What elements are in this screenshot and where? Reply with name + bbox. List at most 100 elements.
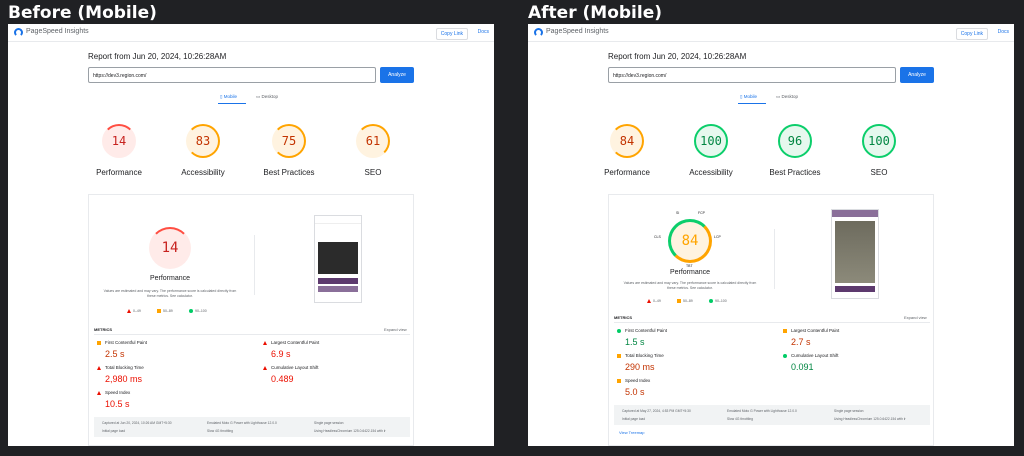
metric-value: 2,980 ms bbox=[105, 374, 143, 384]
docs-link[interactable]: Docs bbox=[998, 29, 1009, 35]
captured-at: Captured at May 27, 2024, 4:53 PM GMT+5:… bbox=[622, 409, 691, 413]
run-info: Captured at May 27, 2024, 4:53 PM GMT+5:… bbox=[614, 405, 930, 425]
metric-status-fail-icon bbox=[263, 341, 267, 345]
gauge-performance[interactable]: 14 bbox=[102, 124, 136, 158]
gauge-seo[interactable]: 61 bbox=[356, 124, 390, 158]
analyze-button[interactable]: Analyze bbox=[380, 67, 414, 83]
tab-mobile-label: Mobile bbox=[743, 94, 757, 99]
metric-label: First Contentful Paint bbox=[625, 328, 668, 333]
gauge-best-practices[interactable]: 75 bbox=[272, 124, 306, 158]
legend-fail: 0–49 bbox=[653, 299, 661, 303]
gauge-label: Performance bbox=[96, 168, 142, 177]
app-bar: PageSpeed Insights Copy Link Docs bbox=[8, 24, 494, 42]
app-title: PageSpeed Insights bbox=[26, 28, 89, 35]
gauge-performance[interactable]: 84 bbox=[610, 124, 644, 158]
gauge-best-practices[interactable]: 96 bbox=[778, 124, 812, 158]
page-screenshot bbox=[314, 215, 362, 303]
load-type: Initial page load bbox=[102, 429, 126, 433]
tab-mobile[interactable]: ▯ Mobile bbox=[740, 94, 757, 100]
emulated-device: Emulated Moto G Power with Lighthouse 12… bbox=[207, 421, 277, 425]
tab-desktop-label: Desktop bbox=[781, 94, 799, 99]
gauge-label: SEO bbox=[870, 168, 888, 177]
metric-label: Total Blocking Time bbox=[625, 353, 664, 358]
throttling: Slow 4G throttling bbox=[207, 429, 234, 433]
metric-status-average-icon bbox=[617, 354, 621, 358]
before-heading: Before (Mobile) bbox=[8, 3, 157, 23]
metric-value: 0.091 bbox=[791, 362, 814, 372]
after-heading: After (Mobile) bbox=[528, 3, 662, 23]
metrics-title: METRICS bbox=[614, 315, 632, 320]
performance-card: 84 SI FCP CLS LCP TBT Performance Values… bbox=[608, 194, 934, 446]
tab-desktop[interactable]: ▭ Desktop bbox=[776, 94, 798, 100]
tab-desktop-label: Desktop bbox=[261, 94, 279, 99]
metric-label: Speed Index bbox=[625, 378, 651, 383]
report-date: Report from Jun 20, 2024, 10:26:28AM bbox=[608, 52, 747, 61]
expand-view-link[interactable]: Expand view bbox=[904, 315, 927, 320]
legend-average-icon bbox=[677, 299, 681, 303]
expand-view-link[interactable]: Expand view bbox=[384, 327, 407, 332]
url-input[interactable]: https://dev3.region.com/ bbox=[608, 67, 896, 83]
metric-value: 10.5 s bbox=[105, 399, 130, 409]
app-title: PageSpeed Insights bbox=[546, 28, 609, 35]
tab-mobile-label: Mobile bbox=[223, 94, 237, 99]
analyze-button[interactable]: Analyze bbox=[900, 67, 934, 83]
segment-fcp: FCP bbox=[698, 211, 705, 215]
emulated-device: Emulated Moto G Power with Lighthouse 12… bbox=[727, 409, 797, 413]
metric-status-average-icon bbox=[783, 329, 787, 333]
metric-value: 2.7 s bbox=[791, 337, 811, 347]
divider bbox=[774, 229, 775, 289]
pagespeed-logo-icon bbox=[14, 28, 23, 37]
session-type: Single page session bbox=[314, 421, 344, 425]
metric-value: 290 ms bbox=[625, 362, 655, 372]
url-input[interactable]: https://dev3.region.com/ bbox=[88, 67, 376, 83]
metric-value: 5.0 s bbox=[625, 387, 645, 397]
segment-lcp: LCP bbox=[714, 235, 721, 239]
load-type: Initial page load bbox=[622, 417, 646, 421]
metric-status-fail-icon bbox=[97, 391, 101, 395]
metric-label: First Contentful Paint bbox=[105, 340, 148, 345]
browser-info: Using HeadlessChromium 125.0.6422.154 wi… bbox=[314, 429, 386, 433]
legend-fail: 0–49 bbox=[133, 309, 141, 313]
legend-fail-icon bbox=[647, 299, 651, 303]
metric-status-pass-icon bbox=[617, 329, 621, 333]
metric-label: Largest Contentful Paint bbox=[271, 340, 320, 345]
tab-underline bbox=[218, 103, 246, 104]
gauge-accessibility[interactable]: 83 bbox=[186, 124, 220, 158]
copy-link-button[interactable]: Copy Link bbox=[955, 28, 988, 40]
docs-link[interactable]: Docs bbox=[478, 29, 489, 35]
metric-value: 0.489 bbox=[271, 374, 294, 384]
metric-status-fail-icon bbox=[97, 366, 101, 370]
metric-status-average-icon bbox=[97, 341, 101, 345]
gauge-seo[interactable]: 100 bbox=[862, 124, 896, 158]
browser-info: Using HeadlessChromium 125.0.6422.154 wi… bbox=[834, 417, 906, 421]
perf-big-gauge: 84 bbox=[668, 219, 712, 263]
tab-desktop[interactable]: ▭ Desktop bbox=[256, 94, 278, 100]
legend-pass: 90–100 bbox=[195, 309, 207, 313]
metric-label: Largest Contentful Paint bbox=[791, 328, 840, 333]
view-treemap-button[interactable]: View Treemap bbox=[619, 430, 645, 435]
gauge-label: Best Practices bbox=[769, 168, 821, 177]
metric-label: Speed Index bbox=[105, 390, 131, 395]
segment-tbt: TBT bbox=[686, 264, 693, 268]
legend-average-icon bbox=[157, 309, 161, 313]
perf-label: Performance bbox=[149, 275, 191, 282]
pagespeed-logo-icon bbox=[534, 28, 543, 37]
divider bbox=[94, 334, 410, 335]
throttling: Slow 4G throttling bbox=[727, 417, 754, 421]
after-panel: PageSpeed Insights Copy Link Docs Report… bbox=[528, 24, 1014, 446]
metric-status-fail-icon bbox=[263, 366, 267, 370]
before-panel: PageSpeed Insights Copy Link Docs Report… bbox=[8, 24, 494, 446]
captured-at: Captured at Jun 20, 2024, 10:26 AM GMT+5… bbox=[102, 421, 172, 425]
gauge-label: Accessibility bbox=[689, 168, 733, 177]
tab-mobile[interactable]: ▯ Mobile bbox=[220, 94, 237, 100]
gauge-label: SEO bbox=[364, 168, 382, 177]
legend-fail-icon bbox=[127, 309, 131, 313]
divider bbox=[614, 322, 930, 323]
metric-label: Total Blocking Time bbox=[105, 365, 144, 370]
gauge-accessibility[interactable]: 100 bbox=[694, 124, 728, 158]
copy-link-button[interactable]: Copy Link bbox=[435, 28, 468, 40]
gauge-label: Accessibility bbox=[181, 168, 225, 177]
legend-pass-icon bbox=[709, 299, 713, 303]
session-type: Single page session bbox=[834, 409, 864, 413]
metric-label: Cumulative Layout Shift bbox=[271, 365, 319, 370]
